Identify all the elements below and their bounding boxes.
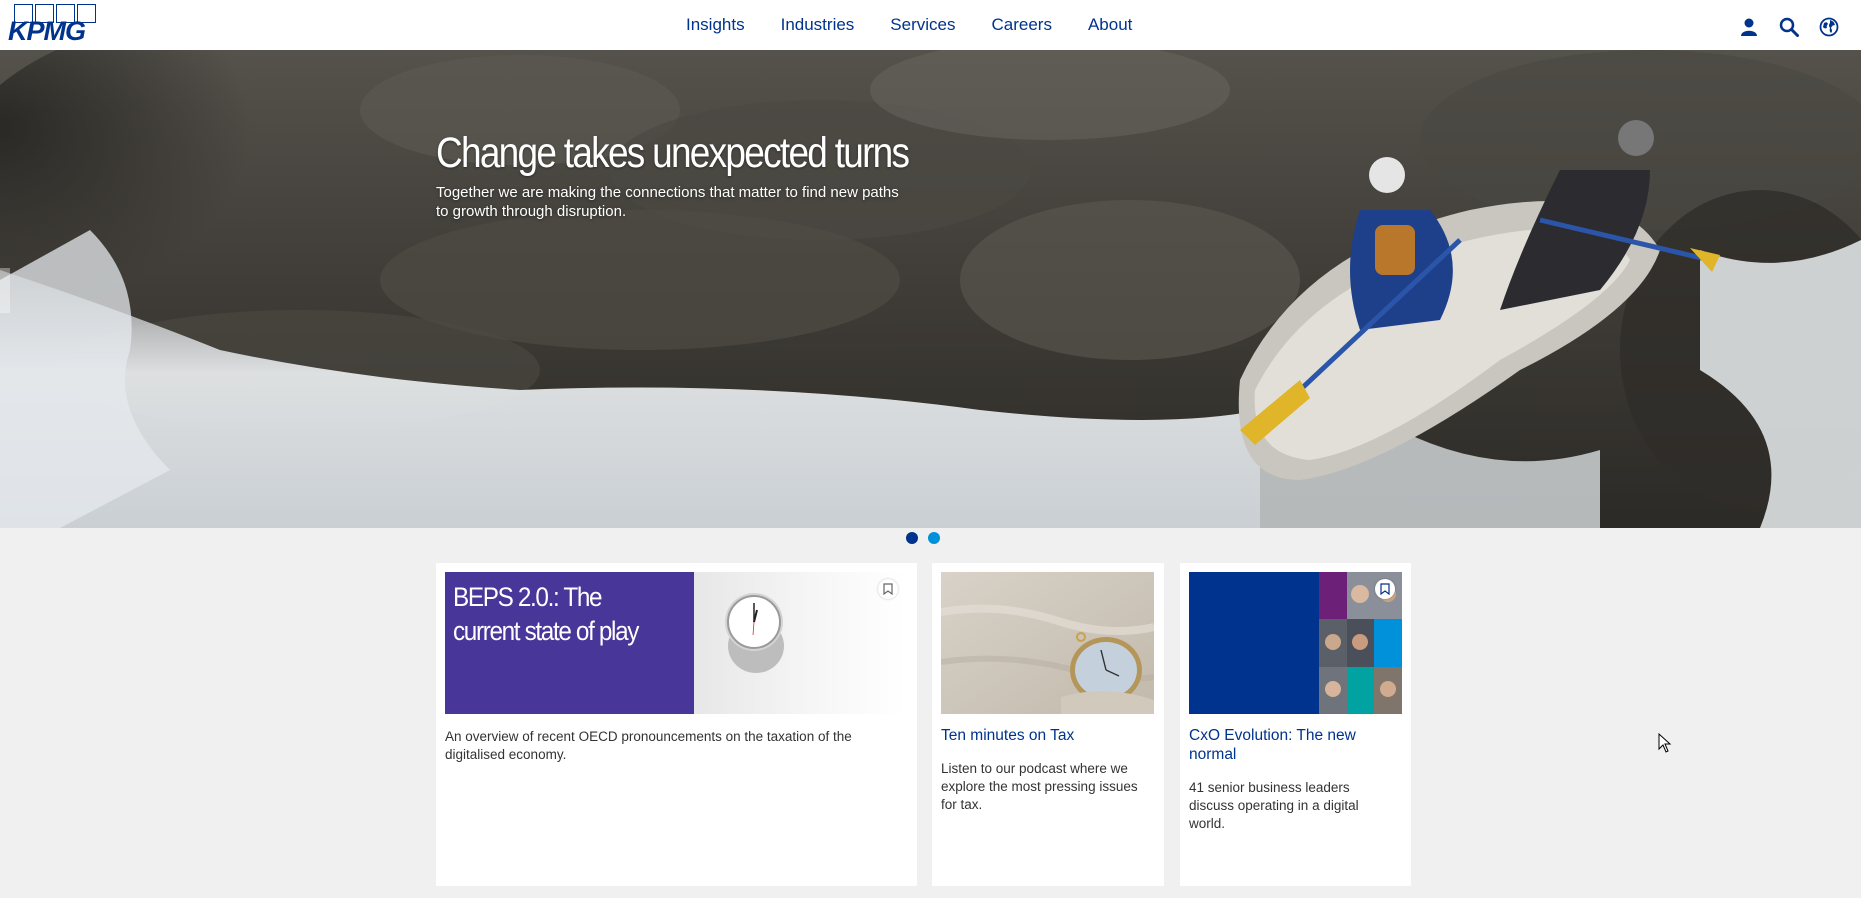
card-tax-image xyxy=(941,572,1154,714)
nav-item-insights[interactable]: Insights xyxy=(686,15,745,35)
card-beps[interactable]: BEPS 2.0.: The current state of play An … xyxy=(436,563,917,886)
card-cxo-image xyxy=(1189,572,1402,714)
card-tax-title[interactable]: Ten minutes on Tax xyxy=(941,726,1151,745)
card-beps-photo xyxy=(694,572,906,714)
globe-icon[interactable] xyxy=(1819,17,1839,37)
hero-carousel: Change takes unexpected turns Together w… xyxy=(0,50,1861,528)
card-beps-image: BEPS 2.0.: The current state of play xyxy=(445,572,906,714)
logo-wordmark: KPMG xyxy=(8,16,86,46)
nav-item-industries[interactable]: Industries xyxy=(781,15,855,35)
cxo-collage xyxy=(1189,572,1402,714)
card-beps-purple-panel: BEPS 2.0.: The current state of play xyxy=(445,572,694,714)
bookmark-button[interactable] xyxy=(1375,579,1395,599)
card-ten-minutes-tax[interactable]: Ten minutes on Tax Listen to our podcast… xyxy=(932,563,1164,886)
card-tax-description: Listen to our podcast where we explore t… xyxy=(941,761,1138,812)
clock-illustration xyxy=(725,593,784,673)
hero-title: Change takes unexpected turns xyxy=(436,129,910,177)
carousel-dot-1[interactable] xyxy=(906,532,918,544)
hero-image xyxy=(0,50,1861,528)
main-nav: Insights Industries Services Careers Abo… xyxy=(686,0,1132,50)
user-icon[interactable] xyxy=(1739,17,1759,37)
nav-item-about[interactable]: About xyxy=(1088,15,1132,35)
bookmark-icon xyxy=(883,583,893,595)
bookmark-icon xyxy=(1380,583,1390,595)
carousel-prev-button[interactable] xyxy=(0,268,10,313)
pocket-watch-in-sand xyxy=(941,572,1154,714)
site-header: KPMG Insights Industries Services Career… xyxy=(0,0,1861,50)
hero-subtitle: Together we are making the connections t… xyxy=(436,184,899,220)
bookmark-button[interactable] xyxy=(878,579,898,599)
kpmg-logo[interactable]: KPMG xyxy=(8,4,100,46)
carousel-dot-2[interactable] xyxy=(928,532,940,544)
card-cxo-title[interactable]: CxO Evolution: The new normal xyxy=(1189,726,1399,764)
card-beps-image-title: BEPS 2.0.: The current state of play xyxy=(453,582,639,646)
nav-item-careers[interactable]: Careers xyxy=(991,15,1051,35)
search-icon[interactable] xyxy=(1779,17,1799,37)
mouse-cursor xyxy=(1658,733,1672,753)
card-cxo-description: 41 senior business leaders discuss opera… xyxy=(1189,780,1359,831)
nav-item-services[interactable]: Services xyxy=(890,15,955,35)
card-beps-description: An overview of recent OECD pronouncement… xyxy=(445,729,852,762)
header-tools xyxy=(1739,17,1839,37)
card-cxo-evolution[interactable]: CxO Evolution: The new normal 41 senior … xyxy=(1180,563,1411,886)
